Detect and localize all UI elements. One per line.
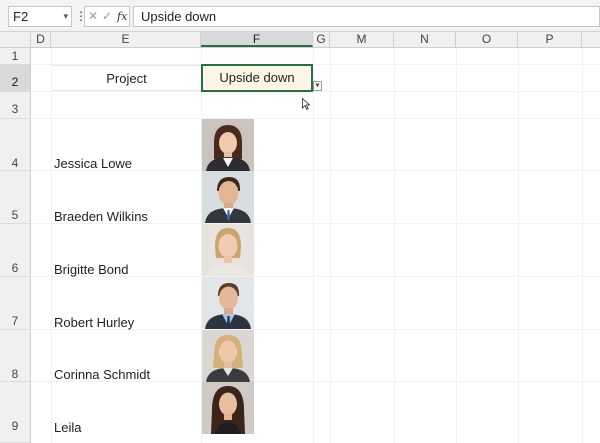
more-vertical-icon[interactable]: ⋮ (75, 8, 87, 24)
name-box-value: F2 (13, 9, 29, 24)
formula-input[interactable]: Upside down (133, 6, 600, 27)
person-name: Brigitte Bond (54, 262, 129, 277)
column-header-g[interactable]: G (313, 32, 330, 47)
column-header-n[interactable]: N (394, 32, 456, 47)
portrait-image[interactable] (202, 277, 254, 329)
check-icon[interactable]: ✓ (102, 7, 112, 26)
row-header-7[interactable]: 7 (0, 277, 31, 330)
row-header-9[interactable]: 9 (0, 382, 31, 443)
column-header-p[interactable]: P (518, 32, 582, 47)
column-headers: D E F G M N O P (0, 32, 600, 48)
formula-buttons: ✕ ✓ fx (84, 6, 130, 27)
formula-bar: F2 ▾ ⋮ ✕ ✓ fx Upside down (0, 0, 600, 32)
portrait-image[interactable] (202, 382, 254, 434)
row-header-8[interactable]: 8 (0, 330, 31, 382)
portrait-image[interactable] (202, 224, 254, 276)
dropdown-arrow-icon[interactable]: ▼ (313, 81, 322, 91)
portrait-image[interactable] (202, 330, 254, 382)
person-name: Braeden Wilkins (54, 209, 148, 224)
row-header-6[interactable]: 6 (0, 224, 31, 277)
cell-grid[interactable] (31, 48, 600, 443)
person-name: Leila (54, 420, 82, 435)
row-header-2[interactable]: 2 (0, 65, 31, 92)
person-name: Robert Hurley (54, 315, 135, 330)
person-name: Corinna Schmidt (54, 367, 151, 382)
active-cell-f2[interactable]: Upside down (201, 64, 313, 92)
column-header-m[interactable]: M (330, 32, 394, 47)
portrait-image[interactable] (202, 119, 254, 171)
row-header-1[interactable]: 1 (0, 48, 31, 65)
name-box[interactable]: F2 ▾ (8, 6, 72, 27)
row-header-4[interactable]: 4 (0, 119, 31, 171)
column-header-f[interactable]: F (201, 32, 313, 47)
chevron-down-icon[interactable]: ▾ (63, 7, 68, 26)
row-header-5[interactable]: 5 (0, 171, 31, 224)
select-all-corner[interactable] (0, 32, 31, 47)
close-icon[interactable]: ✕ (88, 7, 98, 26)
column-header-o[interactable]: O (456, 32, 518, 47)
mouse-cursor-icon (302, 98, 310, 110)
portrait-image[interactable] (202, 171, 254, 223)
person-name: Jessica Lowe (54, 156, 133, 171)
column-header-e[interactable]: E (51, 32, 201, 47)
function-icon[interactable]: fx (117, 7, 127, 26)
row-header-3[interactable]: 3 (0, 92, 31, 119)
column-header-d[interactable]: D (31, 32, 51, 47)
project-label: Project (52, 65, 201, 91)
